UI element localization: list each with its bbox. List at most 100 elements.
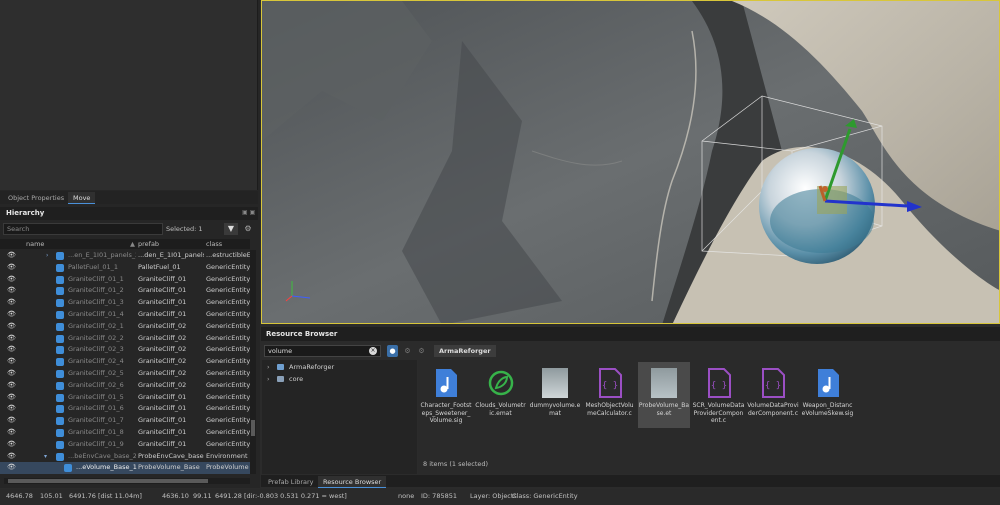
visibility-eye-icon[interactable]: 👁 (7, 285, 16, 297)
visibility-eye-icon[interactable]: 👁 (7, 274, 16, 286)
row-prefab: GraniteCliff_01 (138, 392, 187, 401)
row-name: GraniteCliff_01_9 (68, 439, 124, 448)
visibility-eye-icon[interactable]: 👁 (7, 344, 16, 356)
entity-icon (56, 417, 64, 426)
file-tile[interactable]: { } SCR_VolumeDataProviderComponent.c (693, 362, 745, 428)
row-name: GraniteCliff_01_7 (68, 416, 124, 425)
tab-resource-browser[interactable]: Resource Browser (318, 476, 387, 488)
expand-arrow-icon[interactable]: › (46, 250, 48, 262)
visibility-eye-icon[interactable]: 👁 (7, 297, 16, 309)
visibility-eye-icon[interactable]: 👁 (7, 356, 16, 368)
hierarchy-row[interactable]: 👁 GraniteCliff_02_2 GraniteCliff_02 Generic… (0, 333, 250, 345)
visibility-eye-icon[interactable]: 👁 (7, 462, 16, 474)
hierarchy-search-input[interactable]: Search (3, 223, 163, 235)
visibility-eye-icon[interactable]: 👁 (7, 262, 16, 274)
row-name: GraniteCliff_01_3 (68, 298, 124, 307)
scrollbar-thumb[interactable] (8, 479, 208, 483)
row-prefab: GraniteCliff_02 (138, 321, 187, 330)
hierarchy-row[interactable]: 👁 GraniteCliff_01_6 GraniteCliff_01 Generic… (0, 403, 250, 415)
file-tile[interactable]: Character_Footsteps_Sweetener_Volume.sig (420, 362, 472, 428)
tab-object-properties[interactable]: Object Properties (3, 192, 69, 204)
hierarchy-row[interactable]: 👁 GraniteCliff_01_2 GraniteCliff_01 Generic… (0, 285, 250, 297)
scrollbar-thumb[interactable] (251, 420, 255, 436)
file-tile[interactable]: Clouds_Volumetric.emat (475, 362, 527, 428)
filter-toggle-icon[interactable]: ● (387, 345, 398, 357)
visibility-eye-icon[interactable]: 👁 (7, 380, 16, 392)
visibility-eye-icon[interactable]: 👁 (7, 333, 16, 345)
column-prefab[interactable]: prefab (138, 239, 159, 249)
column-class[interactable]: class (206, 239, 222, 249)
filter-icon[interactable]: ▼ (224, 223, 238, 235)
visibility-eye-icon[interactable]: 👁 (7, 427, 16, 439)
clear-search-icon[interactable]: × (369, 347, 377, 355)
camera-x: 4636.10 (162, 492, 189, 500)
expand-arrow-icon[interactable]: › (267, 374, 270, 385)
resource-file-grid: Character_Footsteps_Sweetener_Volume.sig… (418, 360, 1000, 474)
visibility-eye-icon[interactable]: 👁 (7, 439, 16, 451)
hierarchy-row[interactable]: 👁 GraniteCliff_02_6 GraniteCliff_02 Generic… (0, 380, 250, 392)
cursor-distance: [dist 11.04m] (98, 492, 142, 500)
hierarchy-row[interactable]: 👁 GraniteCliff_01_7 GraniteCliff_01 Generic… (0, 415, 250, 427)
hierarchy-row[interactable]: 👁 PalletFuel_01_1 PalletFuel_01 GenericEnti… (0, 262, 250, 274)
row-prefab: GraniteCliff_01 (138, 274, 187, 283)
hierarchy-row[interactable]: 👁 ...eVolume_Base_1 ProbeVolume_Base ProbeV… (0, 462, 250, 474)
hierarchy-row[interactable]: 👁 GraniteCliff_02_1 GraniteCliff_02 Generic… (0, 321, 250, 333)
file-tile[interactable]: dummyvolume.emat (529, 362, 581, 428)
row-name: GraniteCliff_01_5 (68, 392, 124, 401)
hierarchy-row[interactable]: 👁 GraniteCliff_02_3 GraniteCliff_02 Generic… (0, 344, 250, 356)
hierarchy-row[interactable]: 👁 GraniteCliff_01_1 GraniteCliff_01 Generic… (0, 274, 250, 286)
visibility-eye-icon[interactable]: 👁 (7, 451, 16, 463)
visibility-eye-icon[interactable]: 👁 (7, 250, 16, 262)
file-tile[interactable]: Weapon_DistanceVolumeSkew.sig (802, 362, 854, 428)
hierarchy-row[interactable]: 👁 ▾ ...beEnvCave_base_2 ProbeEnvCave_base En… (0, 451, 250, 463)
gear-icon[interactable]: ⚙ (241, 223, 255, 235)
hierarchy-row[interactable]: 👁 GraniteCliff_02_5 GraniteCliff_02 Generic… (0, 368, 250, 380)
row-class: GenericEntity (206, 274, 250, 283)
visibility-eye-icon[interactable]: 👁 (7, 403, 16, 415)
hierarchy-row[interactable]: 👁 GraniteCliff_01_9 GraniteCliff_01 Generic… (0, 439, 250, 451)
hierarchy-row[interactable]: 👁 GraniteCliff_02_4 GraniteCliff_02 Generic… (0, 356, 250, 368)
svg-text:{ }: { } (710, 381, 726, 391)
visibility-eye-icon[interactable]: 👁 (7, 368, 16, 380)
row-class: Environment (206, 451, 248, 460)
hierarchy-row[interactable]: 👁 GraniteCliff_01_3 GraniteCliff_01 Generic… (0, 297, 250, 309)
file-tile[interactable]: ProbeVolume_Base.et (638, 362, 690, 428)
collapse-arrow-icon[interactable]: ▾ (44, 451, 47, 463)
column-name[interactable]: name (26, 239, 44, 249)
hierarchy-row[interactable]: 👁 GraniteCliff_01_4 GraniteCliff_01 Generic… (0, 309, 250, 321)
panel-options-icon[interactable]: ▣ ▣ (242, 209, 255, 216)
file-tile[interactable]: { } VolumeDataProviderComponent.c (747, 362, 799, 428)
tab-prefab-library[interactable]: Prefab Library (263, 476, 319, 488)
row-prefab: GraniteCliff_01 (138, 439, 187, 448)
resource-search-input[interactable]: volume (264, 345, 381, 357)
scene-viewport[interactable] (261, 0, 1000, 324)
hierarchy-row[interactable]: 👁 › ...en_E_1I01_panels_2 ...den_E_1I01_pan… (0, 250, 250, 262)
visibility-eye-icon[interactable]: 👁 (7, 392, 16, 404)
visibility-eye-icon[interactable]: 👁 (7, 309, 16, 321)
properties-tabbar: Object Properties Move (0, 191, 258, 204)
settings-icon[interactable]: ⚙ (416, 345, 427, 357)
file-name: ProbeVolume_Base.et (638, 402, 690, 417)
breadcrumb[interactable]: ArmaReforger (434, 345, 496, 357)
row-prefab: GraniteCliff_01 (138, 310, 187, 318)
visibility-eye-icon[interactable]: 👁 (7, 415, 16, 427)
entity-icon (56, 346, 64, 355)
row-class: GenericEntity (206, 392, 250, 401)
entity-icon (56, 287, 64, 296)
script-icon: { } (707, 368, 731, 398)
row-name: GraniteCliff_02_2 (68, 333, 124, 342)
entity-icon (56, 322, 64, 331)
hierarchy-vertical-scrollbar[interactable] (250, 250, 256, 474)
hierarchy-row[interactable]: 👁 GraniteCliff_01_5 GraniteCliff_01 Generic… (0, 392, 250, 404)
row-class: GenericEntity (206, 416, 250, 425)
tab-move[interactable]: Move (68, 192, 96, 204)
hierarchy-row[interactable]: 👁 GraniteCliff_01_8 GraniteCliff_01 Generic… (0, 427, 250, 439)
row-name: ...beEnvCave_base_2 (68, 451, 136, 460)
resource-browser-title: Resource Browser (261, 327, 1000, 341)
visibility-eye-icon[interactable]: 👁 (7, 321, 16, 333)
options-icon[interactable]: ⚙ (402, 345, 413, 357)
expand-arrow-icon[interactable]: › (267, 362, 270, 373)
file-name: Character_Footsteps_Sweetener_Volume.sig (420, 402, 472, 424)
file-tile[interactable]: { } MeshObjectVolumeCalculator.c (584, 362, 636, 428)
file-name: VolumeDataProviderComponent.c (747, 402, 799, 417)
